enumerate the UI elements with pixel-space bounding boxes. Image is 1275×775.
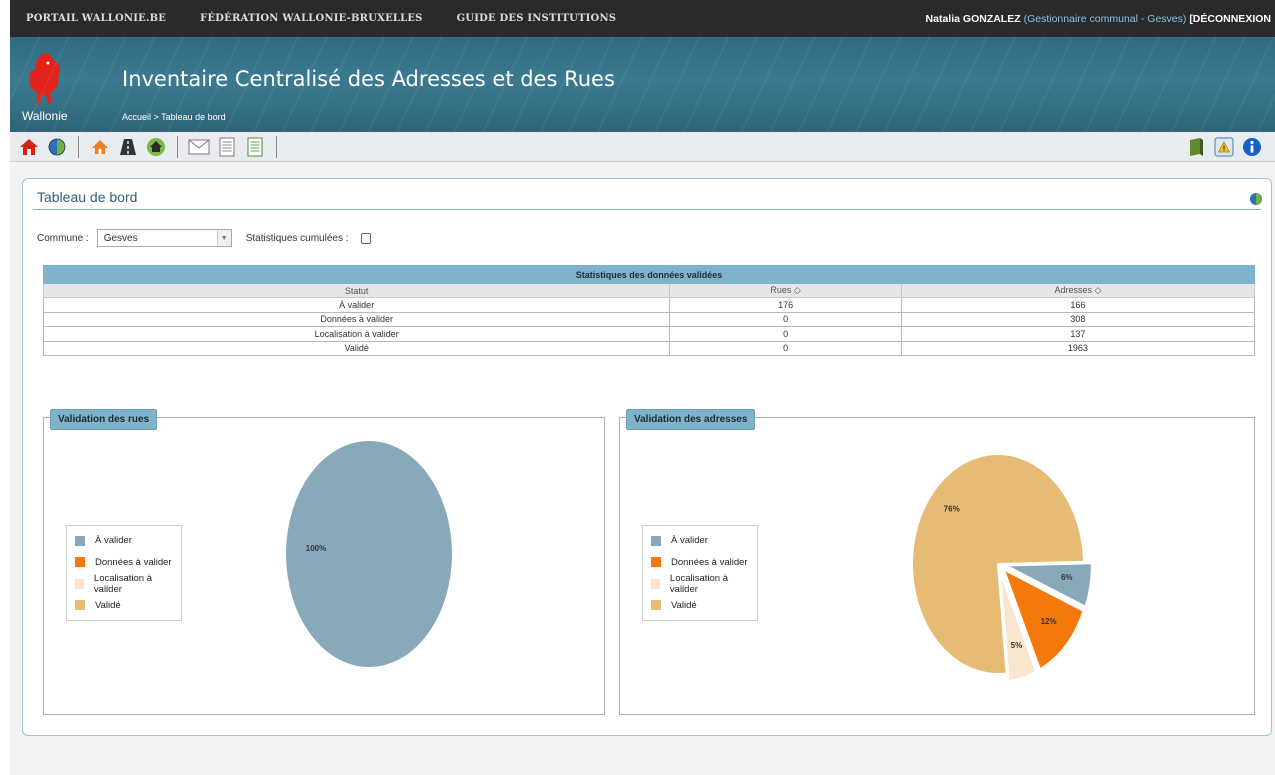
document-green-icon[interactable] xyxy=(244,136,266,158)
cumulative-stats-checkbox[interactable] xyxy=(360,232,371,244)
pie-label-donnees-a-valider: 12% xyxy=(1041,617,1057,626)
legend-label: Localisation à valider xyxy=(669,572,729,595)
link-guide-institutions[interactable]: GUIDE DES INSTITUTIONS xyxy=(457,13,617,24)
link-portail-wallonie[interactable]: PORTAIL WALLONIE.BE xyxy=(26,13,166,24)
road-icon[interactable] xyxy=(117,136,139,158)
chart-title-adresses: Validation des adresses xyxy=(626,409,756,430)
cell-rues: 0 xyxy=(669,326,902,342)
legend-item: Validé xyxy=(651,595,749,617)
globe-icon[interactable] xyxy=(46,136,68,158)
house-green-icon[interactable] xyxy=(145,136,167,158)
legend-swatch-donnees-a-valider xyxy=(651,557,661,568)
legend-item: Localisation à valider xyxy=(75,573,173,595)
legend-label: Validé xyxy=(671,599,697,611)
dashboard-panel: Tableau de bord Commune : Gesves ▼ Stati… xyxy=(22,178,1272,736)
mail-icon[interactable] xyxy=(188,136,210,158)
legend-label: Données à valider xyxy=(671,556,748,568)
pie-label-localisation-a-valider: 5% xyxy=(1011,641,1023,650)
commune-select-value: Gesves xyxy=(103,232,138,244)
toolbar-separator xyxy=(78,135,79,158)
toolbar-separator xyxy=(276,135,277,158)
legend-swatch-valide xyxy=(75,600,85,611)
legend-item: Données à valider xyxy=(651,552,749,574)
cell-adresses: 308 xyxy=(900,311,1256,327)
cell-statut: À valider xyxy=(42,297,671,313)
cell-rues: 0 xyxy=(669,311,902,327)
stats-table-caption: Statistiques des données validées xyxy=(43,265,1255,284)
cell-rues: 176 xyxy=(669,297,902,313)
table-row: Localisation à valider 0 137 xyxy=(42,326,1256,342)
legend-item: À valider xyxy=(651,530,749,552)
legend-swatch-a-valider xyxy=(75,535,85,546)
cell-adresses: 137 xyxy=(900,326,1256,342)
legend-swatch-a-valider xyxy=(651,535,661,546)
page-title: Tableau de bord xyxy=(37,189,138,205)
legend-label: À valider xyxy=(671,535,708,547)
legend-swatch-localisation-a-valider xyxy=(651,578,660,589)
app-window: PORTAIL WALLONIE.BE FÉDÉRATION WALLONIE-… xyxy=(10,0,1275,775)
col-header-adresses[interactable]: Adresses ◇ xyxy=(900,283,1256,298)
commune-select[interactable]: Gesves ▼ xyxy=(96,229,232,247)
cumulative-stats-label: Statistiques cumulées : xyxy=(245,232,349,244)
cell-rues: 0 xyxy=(669,340,902,356)
breadcrumb[interactable]: Accueil > Tableau de bord xyxy=(122,112,226,122)
stats-table: Statistiques des données validées Statut… xyxy=(42,265,1256,356)
cell-statut: Localisation à valider xyxy=(42,326,671,342)
chart-title-rues: Validation des rues xyxy=(50,409,158,430)
toolbar xyxy=(10,132,1275,162)
legend-label: Localisation à valider xyxy=(93,572,153,595)
cell-adresses: 1963 xyxy=(900,340,1256,356)
user-role: (Gestionnaire communal - Gesves) xyxy=(1023,12,1187,25)
legend-adresses: À valider Données à valider Localisation… xyxy=(642,525,758,621)
cell-adresses: 166 xyxy=(900,297,1256,313)
user-name: Natalia GONZALEZ xyxy=(925,12,1021,25)
user-info: Natalia GONZALEZ (Gestionnaire communal … xyxy=(926,13,1271,25)
chart-validation-rues: 100% Validation des rues À valider Donné… xyxy=(43,409,605,715)
legend-swatch-donnees-a-valider xyxy=(75,557,85,568)
pie-label-a-valider: 100% xyxy=(306,544,326,553)
legend-swatch-valide xyxy=(651,600,661,611)
chart-validation-adresses: 6% 12% 5% 76% Validation des adresses À val… xyxy=(619,409,1255,715)
link-federation-wallonie-bruxelles[interactable]: FÉDÉRATION WALLONIE-BRUXELLES xyxy=(200,13,422,24)
chevron-down-icon[interactable]: ▼ xyxy=(216,230,231,246)
header-banner: Wallonie Inventaire Centralisé des Adres… xyxy=(10,37,1275,132)
toolbar-separator xyxy=(177,135,178,158)
legend-label: Données à valider xyxy=(95,556,172,568)
pie-label-a-valider: 6% xyxy=(1061,573,1073,582)
legend-item: À valider xyxy=(75,530,173,552)
pie-label-valide: 76% xyxy=(944,504,960,513)
legend-label: À valider xyxy=(95,535,132,547)
table-row: Validé 0 1963 xyxy=(42,340,1256,356)
info-icon[interactable] xyxy=(1241,136,1263,158)
col-header-statut: Statut xyxy=(42,283,671,298)
legend-item: Données à valider xyxy=(75,552,173,574)
book-icon[interactable] xyxy=(1185,136,1207,158)
cell-statut: Données à valider xyxy=(42,311,671,327)
table-row: À valider 176 166 xyxy=(42,297,1256,313)
commune-label: Commune : xyxy=(37,232,89,244)
wallonie-rooster-logo-icon[interactable] xyxy=(24,49,64,109)
app-title: Inventaire Centralisé des Adresses et de… xyxy=(122,67,615,91)
toolbar-right-group xyxy=(1185,136,1269,158)
house-icon[interactable] xyxy=(89,136,111,158)
warning-icon[interactable] xyxy=(1213,136,1235,158)
table-row: Données à valider 0 308 xyxy=(42,311,1256,327)
logout-link[interactable]: [DÉCONNEXION xyxy=(1189,13,1271,25)
legend-label: Validé xyxy=(95,599,121,611)
legend-item: Localisation à valider xyxy=(651,573,749,595)
legend-swatch-localisation-a-valider xyxy=(75,578,84,589)
home-icon[interactable] xyxy=(18,136,40,158)
cell-statut: Validé xyxy=(42,340,671,356)
logo-label: Wallonie xyxy=(22,109,68,123)
legend-rues: À valider Données à valider Localisation… xyxy=(66,525,182,621)
col-header-rues[interactable]: Rues ◇ xyxy=(669,283,902,298)
pie-slice-a-valider[interactable] xyxy=(286,441,452,667)
document-icon[interactable] xyxy=(216,136,238,158)
filter-row: Commune : Gesves ▼ Statistiques cumulées… xyxy=(37,229,371,247)
globe-icon[interactable] xyxy=(1249,192,1263,206)
top-navigation: PORTAIL WALLONIE.BE FÉDÉRATION WALLONIE-… xyxy=(10,0,1275,37)
legend-item: Validé xyxy=(75,595,173,617)
title-divider xyxy=(33,209,1261,210)
